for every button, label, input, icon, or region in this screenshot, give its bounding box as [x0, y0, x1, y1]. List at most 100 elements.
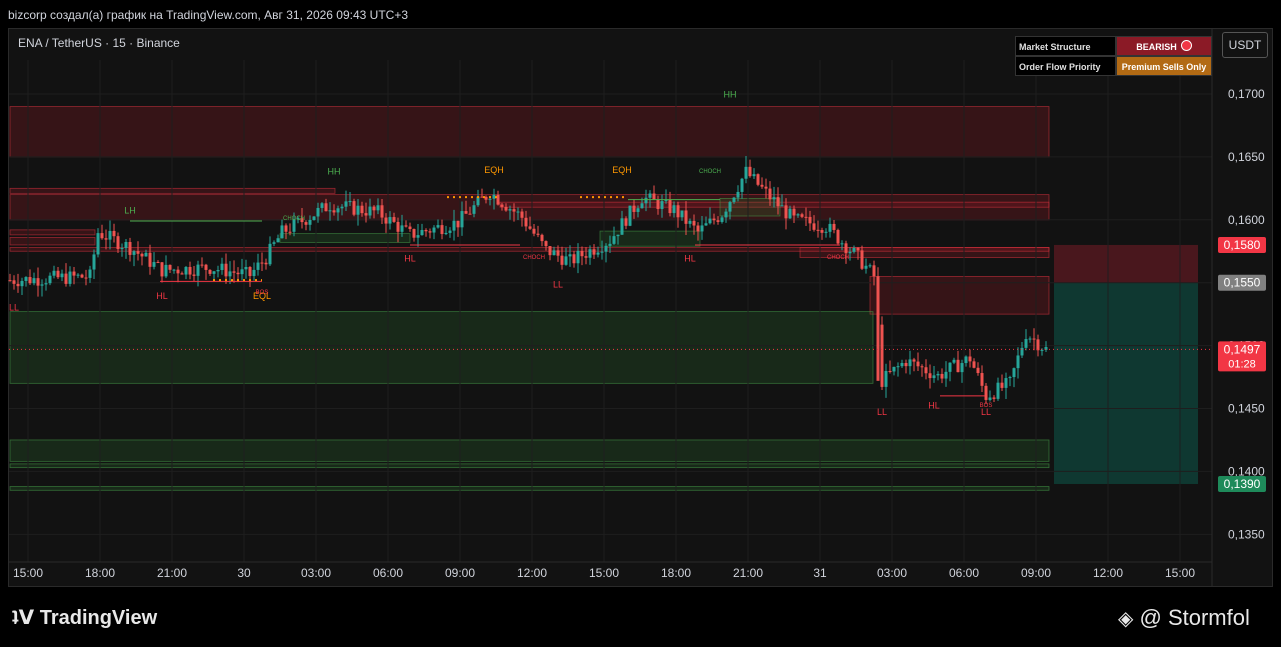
currency-selector[interactable]: USDT — [1222, 32, 1268, 58]
candle-body — [816, 229, 820, 231]
candle-body — [216, 270, 220, 272]
candle-body — [680, 210, 684, 218]
tradingview-brand: TradingView — [39, 607, 158, 629]
candle-body — [536, 233, 540, 235]
candle-body — [856, 247, 860, 251]
candle-body — [592, 249, 596, 255]
price-label: 0,1550 — [1224, 276, 1261, 290]
candle-body — [616, 234, 620, 237]
candle-body — [720, 217, 724, 222]
candle-body — [220, 263, 224, 271]
candle-body — [928, 373, 932, 379]
candle-body — [828, 223, 832, 232]
price-label: 0,1497 — [1224, 342, 1261, 356]
candle-body — [944, 371, 948, 379]
candle-body — [776, 197, 780, 207]
candle-body — [404, 225, 408, 227]
candle-body — [636, 208, 640, 212]
candle-body — [704, 223, 708, 226]
candle-body — [672, 205, 676, 214]
demand-zone — [9, 311, 874, 384]
candle-body — [600, 251, 604, 253]
candle-body — [224, 263, 228, 277]
candle-body — [1032, 338, 1036, 340]
candle-body — [924, 367, 928, 374]
candle-body — [936, 373, 940, 376]
candle-body — [284, 225, 288, 232]
candle-body — [580, 250, 584, 257]
candle-body — [452, 220, 456, 231]
candle-body — [356, 205, 360, 215]
candle-body — [980, 373, 984, 386]
candle-body — [628, 205, 632, 226]
author-watermark: ◈ @ Stormfol — [1118, 605, 1250, 631]
candle-body — [1036, 339, 1040, 351]
candle-body — [364, 213, 368, 216]
candle-body — [648, 193, 652, 198]
candle-body — [176, 269, 180, 274]
structure-label: LH — [124, 205, 136, 215]
candle-body — [540, 234, 544, 242]
candle-body — [1004, 378, 1008, 388]
x-tick-label: 12:00 — [1093, 566, 1123, 580]
candle-body — [864, 265, 868, 269]
symbol-label[interactable]: ENA / TetherUS · 15 · Binance — [18, 36, 180, 50]
candle-body — [268, 243, 272, 265]
structure-label: LL — [9, 302, 19, 312]
candle-body — [964, 356, 968, 364]
candle-body — [548, 246, 552, 256]
candle-body — [892, 366, 896, 372]
candle-body — [868, 265, 872, 267]
structure-mini-label: CHOCH — [523, 255, 545, 261]
candle-body — [504, 206, 508, 211]
candle-body — [904, 363, 908, 367]
structure-label: LL — [553, 280, 563, 290]
candle-body — [824, 231, 828, 233]
candle-body — [744, 166, 748, 179]
candle-body — [660, 201, 664, 210]
y-tick-label: 0,1350 — [1228, 527, 1265, 541]
candle-body — [992, 397, 996, 399]
candle-body — [252, 269, 256, 277]
candle-body — [588, 249, 592, 258]
candle-body — [516, 211, 520, 213]
candle-body — [316, 207, 320, 217]
candle-body — [524, 217, 528, 227]
candlestick-chart[interactable]: LLLHHL EQLHHHLEQHLLEQHHLHHLLHLLLCHOCHBOSC… — [0, 0, 1281, 647]
x-tick-label: 15:00 — [589, 566, 619, 580]
candle-body — [780, 205, 784, 207]
candle-body — [932, 375, 936, 379]
candle-body — [712, 218, 716, 221]
candle-body — [244, 266, 248, 270]
candle-body — [716, 220, 720, 222]
structure-label: HL — [684, 253, 696, 263]
candle-body — [132, 251, 136, 255]
candle-body — [172, 269, 176, 271]
candle-body — [460, 211, 464, 228]
candle-body — [908, 359, 912, 367]
candle-body — [60, 273, 64, 278]
candle-body — [100, 233, 104, 239]
candle-body — [192, 274, 196, 276]
candle-body — [380, 205, 384, 218]
market-structure-text: BEARISH — [1136, 42, 1177, 52]
candle-body — [532, 228, 536, 234]
y-tick-label: 0,1650 — [1228, 150, 1265, 164]
candle-body — [236, 272, 240, 275]
candle-body — [684, 210, 688, 224]
candle-body — [200, 264, 204, 266]
candle-body — [984, 385, 988, 400]
candle-body — [432, 227, 436, 233]
candle-body — [900, 363, 904, 367]
stop-loss-area — [1054, 244, 1198, 283]
candle-body — [360, 205, 364, 214]
candle-body — [156, 262, 160, 264]
candle-body — [256, 262, 260, 270]
structure-mini-label: CHOCH — [283, 216, 305, 222]
candle-body — [784, 205, 788, 219]
candle-body — [688, 220, 692, 224]
candle-body — [808, 216, 812, 224]
candle-body — [700, 225, 704, 232]
candle-body — [1008, 377, 1012, 379]
candle-body — [988, 397, 992, 400]
